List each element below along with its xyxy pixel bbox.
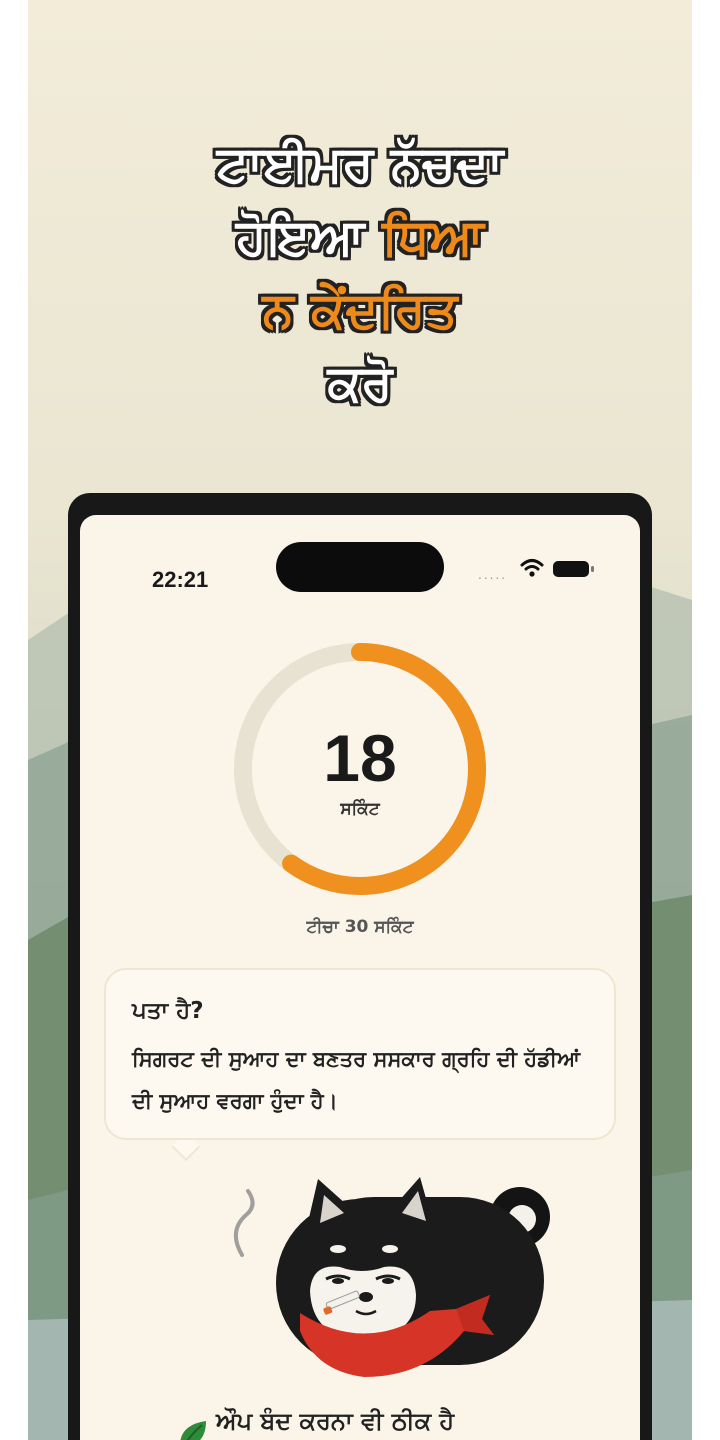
dynamic-island: [276, 542, 444, 592]
headline-line-2-plain: ਹੋਇਆ: [236, 208, 382, 266]
battery-icon: [553, 561, 594, 577]
fact-card: ਪਤਾ ਹੈ? ਸਿਗਰਟ ਦੀ ਸੁਆਹ ਦਾ ਬਣਤਰ ਸਸਕਾਰ ਗ੍ਰਹ…: [104, 968, 616, 1140]
bottom-message-text: ਔਪ ਬੰਦ ਕਰਨਾ ਵੀ ਠੀਕ ਹੈ: [216, 1407, 455, 1435]
app-store-screenshot: ਟਾਈਮਰ ਨੱਚਦਾ ਹੋਇਆ ਧਿਆ ਨ ਕੇਂਦਰਿਤ ਕਰੋ 22:21…: [28, 0, 692, 1440]
timer-target: ਟੀਚਾ 30 ਸਕਿੰਟ: [306, 917, 414, 937]
phone-screen: 22:21 ..... 18 ਸਕਿੰਟ ਟੀਚਾ 30 ਸਕਿੰਟ ਪਤਾ ਹ…: [80, 515, 640, 1440]
smoking-dog-icon: [234, 1177, 550, 1377]
bottom-message: ਔਪ ਬੰਦ ਕਰਨਾ ਵੀ ਠੀਕ ਹੈ: [176, 1399, 596, 1440]
leaf-icon: [180, 1421, 206, 1440]
headline-line-2-accent: ਧਿਆ: [381, 208, 484, 266]
timer-unit: ਸਕਿੰਟ: [340, 799, 380, 819]
wifi-icon: [520, 559, 544, 577]
headline-line-3: ਨ ਕੇਂਦਰਿਤ: [262, 281, 458, 339]
fact-body: ਸਿਗਰਟ ਦੀ ਸੁਆਹ ਦਾ ਬਣਤਰ ਸਸਕਾਰ ਗ੍ਰਹਿ ਦੀ ਹੱਡ…: [132, 1047, 581, 1113]
headline-line-2: ਹੋਇਆ ਧਿਆ: [28, 201, 692, 274]
headline-line-4: ਕਰੋ: [327, 354, 393, 412]
status-time: 22:21: [152, 567, 209, 592]
cellular-signal-icon: .....: [478, 568, 508, 582]
headline-line-1: ਟਾਈਮਰ ਨੱਚਦਾ: [216, 135, 504, 193]
fact-title: ਪਤਾ ਹੈ?: [132, 998, 204, 1024]
timer-value: 18: [323, 721, 397, 795]
promo-headline: ਟਾਈਮਰ ਨੱਚਦਾ ਹੋਇਆ ਧਿਆ ਨ ਕੇਂਦਰਿਤ ਕਰੋ: [28, 128, 692, 420]
